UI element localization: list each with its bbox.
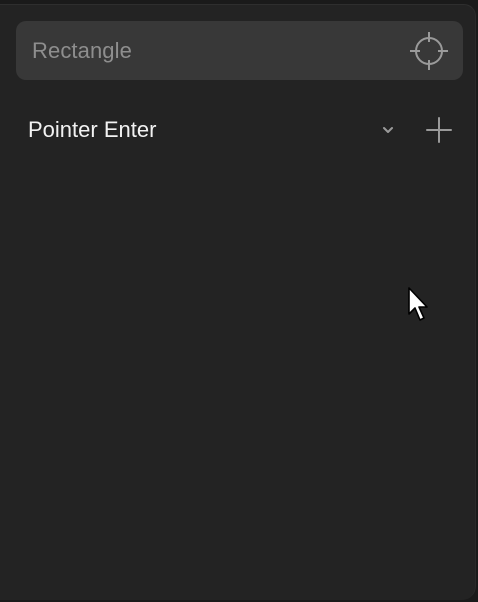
plus-icon	[426, 117, 452, 143]
mouse-pointer-icon	[407, 286, 433, 326]
target-layer-field[interactable]: Rectangle	[16, 21, 463, 80]
add-action-button[interactable]	[424, 115, 454, 145]
interaction-panel: Rectangle Pointer Enter	[0, 4, 476, 600]
chevron-down-icon[interactable]	[381, 123, 395, 137]
event-trigger-label[interactable]: Pointer Enter	[28, 117, 156, 143]
event-row[interactable]: Pointer Enter	[0, 109, 476, 151]
target-layer-placeholder: Rectangle	[32, 37, 132, 63]
crosshair-icon[interactable]	[409, 31, 449, 71]
